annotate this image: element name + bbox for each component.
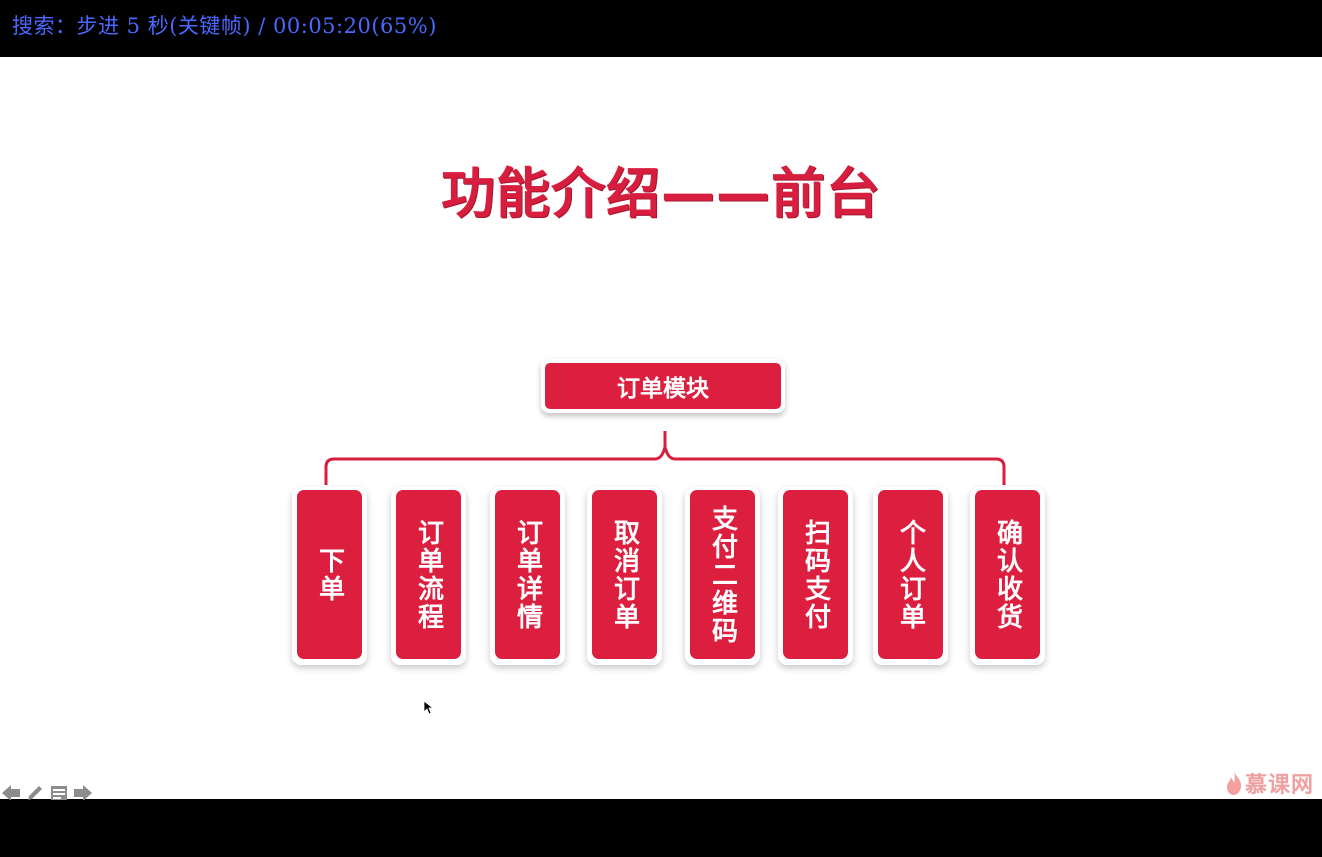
feature-label: 支付二维码 [707,504,738,645]
presentation-slide: 功能介绍——前台 订单模块 下单 订单流程 订单详情 取消订单 支付二维码 扫码… [0,57,1322,801]
feature-card-order-flow: 订单流程 [391,487,466,665]
player-status-bar: 搜索：步进 5 秒(关键帧) / 00:05:20(65%) [0,0,1322,55]
mouse-cursor-icon [423,700,433,715]
feature-label: 确认收货 [992,518,1023,631]
feature-card-my-orders: 个人订单 [873,487,948,665]
feature-card-payment-qrcode: 支付二维码 [685,487,760,665]
order-module-label: 订单模块 [545,363,781,409]
feature-card-scan-pay: 扫码支付 [778,487,853,665]
player-bottom-bar [0,800,1322,857]
feature-card-order-detail: 订单详情 [490,487,565,665]
feature-label: 下单 [314,546,345,603]
flame-logo-icon [1226,771,1242,795]
feature-label: 订单流程 [413,518,444,631]
feature-label: 个人订单 [895,518,926,631]
tree-bracket-connector [324,431,1006,485]
order-module-box: 订单模块 [541,359,785,413]
seek-status-text: 搜索：步进 5 秒(关键帧) / 00:05:20(65%) [12,14,437,38]
feature-label: 订单详情 [512,518,543,631]
feature-card-cancel-order: 取消订单 [587,487,662,665]
feature-card-confirm-receipt: 确认收货 [970,487,1045,665]
feature-label: 取消订单 [609,518,640,631]
imooc-watermark: 慕课网 [1225,767,1314,799]
feature-label: 扫码支付 [800,518,831,631]
feature-card-place-order: 下单 [292,487,367,665]
watermark-text: 慕课网 [1244,773,1314,798]
